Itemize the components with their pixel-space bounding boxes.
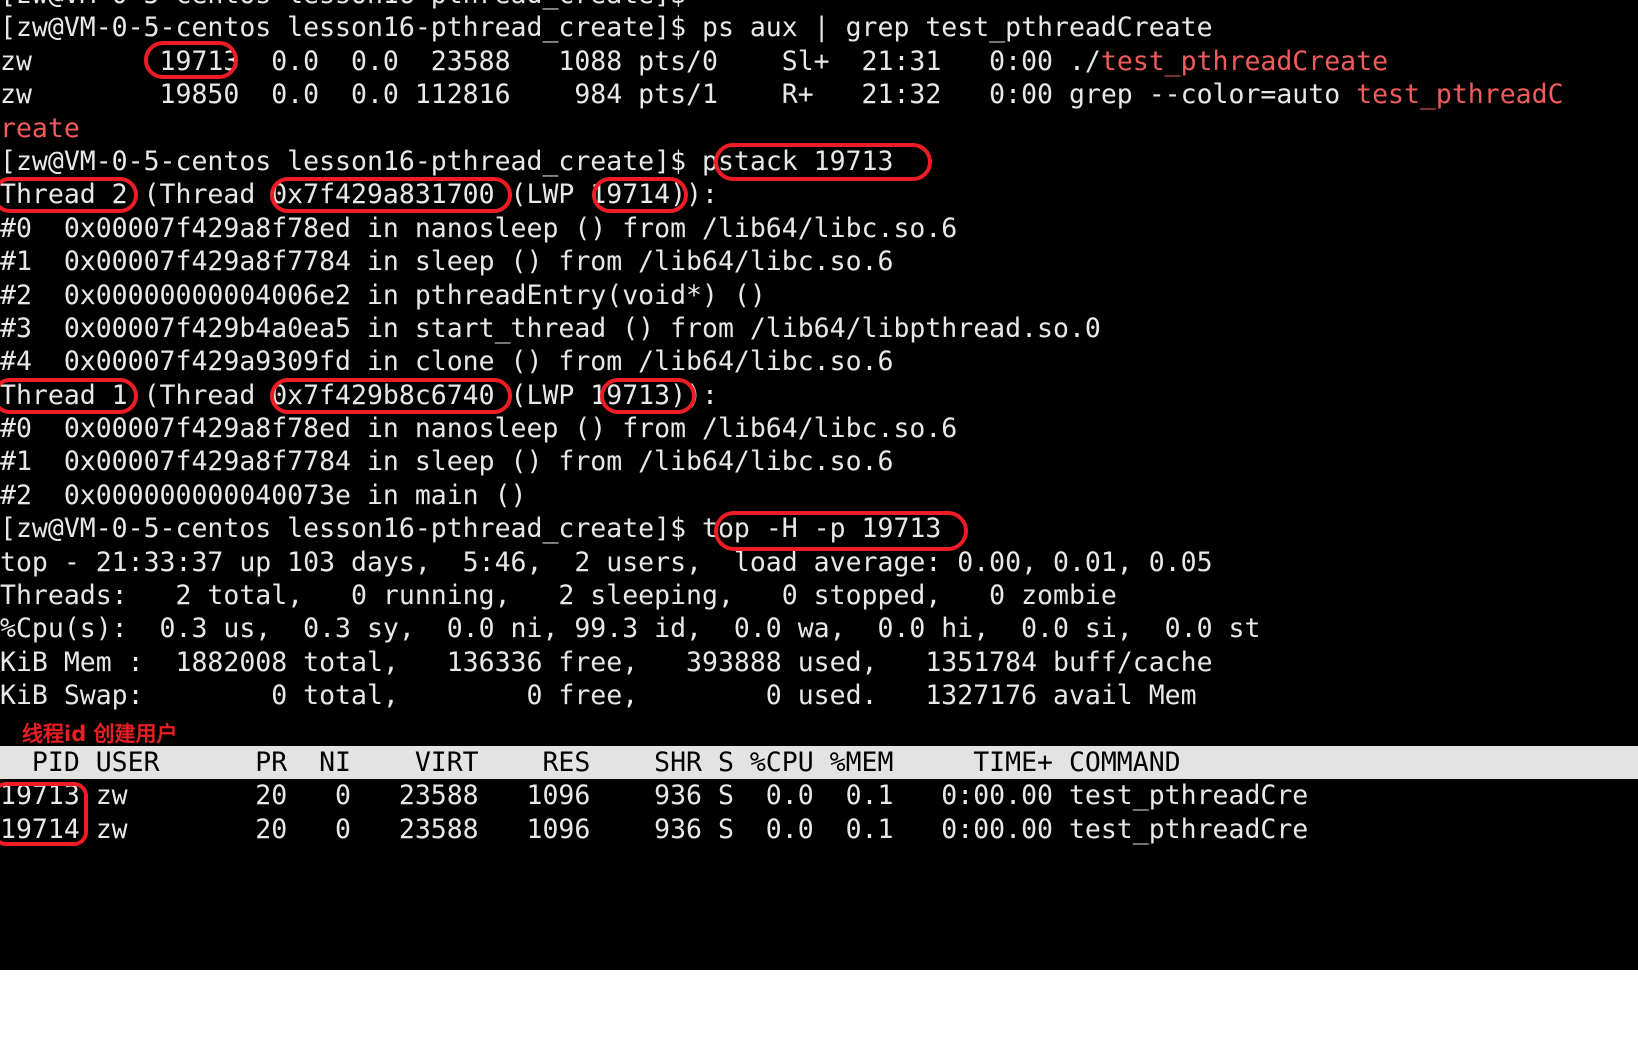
terminal-line-thread2-frame-3: #3 0x00007f429b4a0ea5 in start_thread ()… <box>0 312 1101 344</box>
command-pstack: pstack 19713 <box>702 145 894 177</box>
terminal-line-thread2-frame-0: #0 0x00007f429a8f78ed in nanosleep () fr… <box>0 212 958 244</box>
command-top: top -H -p 19713 <box>702 513 942 545</box>
terminal-line-ps-row-1: zw 19713 0.0 0.0 23588 1088 pts/0 Sl+ 21… <box>0 45 1638 78</box>
annotation-note-text: 线程id 创建用户 <box>22 722 178 746</box>
terminal-output: [zw@VM-0-5-centos lesson16-pthread_creat… <box>0 0 1638 846</box>
ps-row-1-command: test_pthreadCreate <box>1100 45 1389 77</box>
terminal-line-thread1-frame-0: #0 0x00007f429a8f78ed in nanosleep () fr… <box>0 413 958 445</box>
terminal-window[interactable]: [zw@VM-0-5-centos lesson16-pthread_creat… <box>0 0 1638 970</box>
terminal-line-top-summary: top - 21:33:37 up 103 days, 5:46, 2 user… <box>0 546 1213 578</box>
page-whitespace-footer <box>0 970 1638 1048</box>
ps-row-2-command: test_pthreadC <box>1356 79 1564 111</box>
ps-row-2-command-wrap: reate <box>0 112 80 144</box>
process-table-row[interactable]: 19713 zw 20 0 23588 1096 936 S 0.0 0.1 0… <box>0 779 1638 812</box>
terminal-line-thread2-header: Thread 2 (Thread 0x7f429a831700 (LWP 197… <box>0 179 718 211</box>
process-table-row[interactable]: 19714 zw 20 0 23588 1096 936 S 0.0 0.1 0… <box>0 813 1638 846</box>
terminal-line-thread2-frame-4: #4 0x00007f429a9309fd in clone () from /… <box>0 346 894 378</box>
ps-row-2-fields: zw 19850 0.0 0.0 112816 984 pts/1 R+ 21:… <box>0 79 1357 111</box>
process-table-header: PID USER PR NI VIRT RES SHR S %CPU %MEM … <box>0 745 1638 780</box>
terminal-line-ps-row-2-wrap: reate <box>0 112 1638 145</box>
terminal-line-thread2-frame-1: #1 0x00007f429a8f7784 in sleep () from /… <box>0 246 894 278</box>
terminal-line-thread1-header: Thread 1 (Thread 0x7f429b8c6740 (LWP 197… <box>0 379 718 411</box>
terminal-line-thread1-frame-2: #2 0x000000000040073e in main () <box>0 479 527 511</box>
terminal-line-cutoff-prompt: [zw@VM-0-5-centos lesson16-pthread_creat… <box>0 0 1638 11</box>
terminal-line-top-swap: KiB Swap: 0 total, 0 free, 0 used. 13271… <box>0 680 1197 712</box>
terminal-line-ps-command: [zw@VM-0-5-centos lesson16-pthread_creat… <box>0 12 1213 44</box>
terminal-line-thread1-frame-1: #1 0x00007f429a8f7784 in sleep () from /… <box>0 446 894 478</box>
terminal-line-top-threads: Threads: 2 total, 0 running, 2 sleeping,… <box>0 580 1117 612</box>
terminal-line-ps-row-2: zw 19850 0.0 0.0 112816 984 pts/1 R+ 21:… <box>0 78 1638 111</box>
terminal-line-thread2-frame-2: #2 0x00000000004006e2 in pthreadEntry(vo… <box>0 279 766 311</box>
ps-row-1-fields: zw 19713 0.0 0.0 23588 1088 pts/0 Sl+ 21… <box>0 45 1101 77</box>
terminal-line-top-command: [zw@VM-0-5-centos lesson16-pthread_creat… <box>0 512 1638 545</box>
screenshot-root: [zw@VM-0-5-centos lesson16-pthread_creat… <box>0 0 1638 1048</box>
annotation-note-row <box>0 713 1638 746</box>
prompt-top: [zw@VM-0-5-centos lesson16-pthread_creat… <box>0 513 702 545</box>
terminal-line-pstack-command: [zw@VM-0-5-centos lesson16-pthread_creat… <box>0 145 1638 178</box>
terminal-line-top-cpu: %Cpu(s): 0.3 us, 0.3 sy, 0.0 ni, 99.3 id… <box>0 613 1261 645</box>
prompt-pstack: [zw@VM-0-5-centos lesson16-pthread_creat… <box>0 145 702 177</box>
terminal-line-top-mem: KiB Mem : 1882008 total, 136336 free, 39… <box>0 646 1213 678</box>
